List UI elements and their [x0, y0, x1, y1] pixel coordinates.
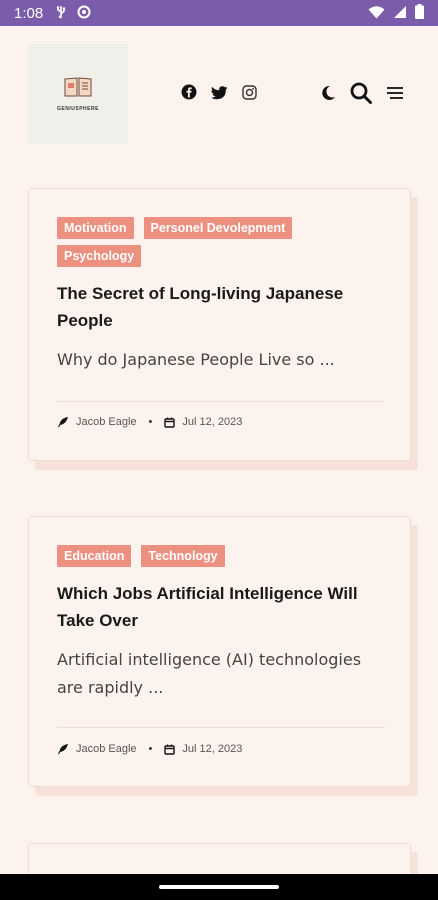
- wifi-icon: [368, 4, 385, 23]
- status-time: 1:08: [14, 4, 44, 22]
- social-links: [181, 84, 257, 104]
- post-card[interactable]: Motivation Personel Devolepment Psycholo…: [28, 188, 411, 461]
- home-gesture-handle[interactable]: [159, 885, 279, 889]
- feather-icon: [57, 416, 69, 428]
- post-excerpt: Artificial intelligence (AI) technologie…: [57, 650, 362, 697]
- status-bar: 1:08: [0, 0, 438, 26]
- tag-psychology[interactable]: Psychology: [57, 245, 142, 267]
- moon-icon[interactable]: [320, 85, 336, 105]
- usb-icon: [55, 4, 67, 23]
- search-icon[interactable]: [350, 82, 372, 108]
- tag-personal-development[interactable]: Personel Devolepment: [143, 217, 293, 239]
- post-card[interactable]: Education Technology Which Jobs Artifici…: [28, 516, 411, 787]
- feather-icon: [57, 743, 69, 755]
- battery-icon: [415, 3, 424, 23]
- site-header: GENIUSPHERE: [0, 26, 438, 156]
- logo-text: GENIUSPHERE: [57, 106, 99, 112]
- tag-motivation[interactable]: Motivation: [57, 217, 134, 239]
- book-icon: [63, 76, 93, 102]
- post-meta: Jacob Eagle • Jul 12, 2023: [57, 416, 242, 428]
- calendar-icon: [164, 417, 176, 428]
- facebook-icon[interactable]: [181, 84, 197, 104]
- post-excerpt: Why do Japanese People Live so ...: [57, 350, 335, 369]
- post-title[interactable]: The Secret of Long-living Japanese Peopl…: [57, 280, 377, 334]
- twitter-icon[interactable]: [211, 85, 228, 104]
- tag-technology[interactable]: Technology: [141, 545, 225, 567]
- post-author[interactable]: Jacob Eagle: [76, 416, 137, 428]
- cellular-icon: [393, 4, 407, 23]
- post-meta: Jacob Eagle • Jul 12, 2023: [57, 743, 242, 755]
- instagram-icon[interactable]: [242, 84, 257, 104]
- menu-icon[interactable]: [386, 85, 404, 105]
- post-tags: Education Technology: [57, 545, 357, 567]
- card-divider: [57, 401, 385, 402]
- post-author[interactable]: Jacob Eagle: [76, 743, 137, 755]
- post-date: Jul 12, 2023: [182, 416, 243, 428]
- sync-icon: [77, 4, 91, 23]
- meta-separator: •: [148, 416, 153, 428]
- post-date: Jul 12, 2023: [182, 743, 243, 755]
- calendar-icon: [164, 744, 176, 755]
- tag-education[interactable]: Education: [57, 545, 132, 567]
- site-logo[interactable]: GENIUSPHERE: [28, 44, 128, 144]
- system-nav-bar: [0, 874, 438, 900]
- post-title[interactable]: Which Jobs Artificial Intelligence Will …: [57, 580, 377, 634]
- card-divider: [57, 727, 385, 728]
- meta-separator: •: [148, 743, 153, 755]
- header-tools: [320, 82, 404, 108]
- post-tags: Motivation Personel Devolepment Psycholo…: [57, 217, 307, 267]
